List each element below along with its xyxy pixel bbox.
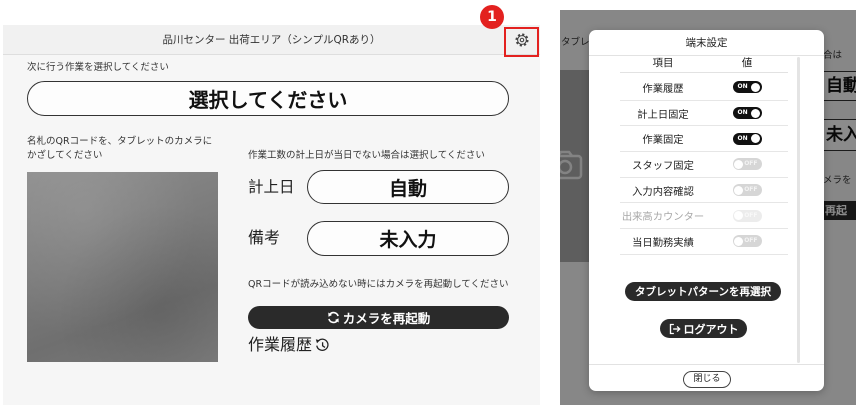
annotation-badge: 1 (480, 5, 504, 29)
restart-camera-label: カメラを再起動 (342, 311, 431, 326)
setting-value-cell: OFF (706, 209, 788, 222)
toggle-knob (734, 211, 743, 221)
modal-scrollbar[interactable] (797, 57, 800, 363)
setting-row-fixed-staff: スタッフ固定 OFF (620, 152, 788, 178)
annotation-highlight-box (504, 27, 539, 57)
setting-value-cell: ON (706, 81, 788, 94)
history-icon (315, 338, 329, 351)
work-history-label: 作業履歴 (248, 335, 313, 354)
setting-row-work-history: 作業履歴 ON (620, 75, 788, 101)
setting-label: 当日勤務実績 (632, 236, 694, 249)
settings-table: 項目 値 作業履歴 ON 計上日固定 ON 作業固定 ON スタッフ固定 OFF… (620, 53, 788, 255)
toggle-switch[interactable]: OFF (732, 158, 762, 171)
remarks-input-button[interactable]: 未入力 (307, 221, 509, 256)
setting-row-fixed-task: 作業固定 ON (620, 126, 788, 153)
logout-label: ログアウト (683, 322, 739, 336)
task-select-button[interactable]: 選択してください (27, 81, 509, 116)
toggle-knob (751, 82, 760, 92)
toggle-state: OFF (744, 211, 758, 219)
setting-label: 出来高カウンター (621, 211, 705, 224)
setting-label: 入力内容確認 (632, 185, 694, 198)
toggle-state: OFF (744, 237, 758, 245)
toggle-switch[interactable]: OFF (732, 235, 762, 248)
setting-label: 計上日固定 (637, 108, 689, 121)
camera-hint: QRコードが読み込めない時にはカメラを再起動してください (248, 279, 509, 290)
settings-screen: タブレ 合は 自動 未入 メラを 再起 端末設定 項目 値 作業履歴 ON 計上… (560, 10, 856, 405)
toggle-knob (734, 185, 743, 195)
camera-preview (27, 172, 218, 362)
setting-label: スタッフ固定 (632, 159, 694, 172)
toggle-switch: OFF (732, 209, 762, 222)
logout-icon (669, 323, 681, 334)
remarks-label: 備考 (248, 228, 281, 247)
setting-row-daily-attendance: 当日勤務実績 OFF (620, 229, 788, 255)
toggle-state: OFF (744, 186, 758, 194)
logout-button[interactable]: ログアウト (660, 319, 747, 338)
setting-value-cell: ON (706, 132, 788, 145)
setting-row-fixed-date: 計上日固定 ON (620, 101, 788, 127)
setting-value-cell: ON (706, 107, 788, 120)
qr-instruction-line1: 名札のQRコードを、タブレットのカメラに (27, 136, 213, 147)
reselect-tablet-pattern-button[interactable]: タブレットパターンを再選択 (625, 282, 781, 301)
qr-instruction-line2: かざしてください (27, 150, 103, 161)
settings-modal: 端末設定 項目 値 作業履歴 ON 計上日固定 ON 作業固定 ON スタッフ固… (589, 30, 824, 391)
table-header: 項目 値 (620, 53, 788, 73)
toggle-state: ON (737, 83, 748, 91)
toggle-knob (734, 159, 743, 169)
toggle-knob (734, 236, 743, 246)
setting-value-cell: OFF (706, 184, 788, 197)
date-select-button[interactable]: 自動 (307, 170, 509, 204)
toggle-switch[interactable]: OFF (732, 184, 762, 197)
modal-footer: 閉じる (589, 364, 824, 391)
page-title: 品川センター 出荷エリア（シンプルQRあり） (162, 34, 381, 46)
toggle-knob (751, 108, 760, 118)
close-button[interactable]: 閉じる (683, 371, 731, 388)
main-screen: 品川センター 出荷エリア（シンプルQRあり） 次に行う作業を選択してください 選… (3, 25, 540, 405)
column-header-value: 値 (741, 57, 753, 69)
toggle-state: OFF (744, 160, 758, 168)
task-prompt: 次に行う作業を選択してください (27, 62, 169, 73)
setting-label: 作業固定 (642, 134, 684, 147)
setting-label: 作業履歴 (642, 82, 684, 95)
date-instruction: 作業工数の計上日が当日でない場合は選択してください (248, 150, 485, 161)
work-history-link[interactable]: 作業履歴 (248, 335, 330, 355)
column-header-item: 項目 (652, 57, 674, 69)
toggle-knob (751, 134, 760, 144)
modal-title: 端末設定 (685, 37, 728, 49)
refresh-icon (327, 311, 339, 324)
toggle-switch[interactable]: ON (732, 132, 762, 145)
setting-value-cell: OFF (706, 235, 788, 248)
toggle-switch[interactable]: ON (732, 107, 762, 120)
setting-value-cell: OFF (706, 158, 788, 171)
toggle-state: ON (737, 134, 748, 142)
toggle-state: ON (737, 109, 748, 117)
setting-row-input-confirm: 入力内容確認 OFF (620, 178, 788, 204)
date-label: 計上日 (248, 178, 295, 196)
app-header: 品川センター 出荷エリア（シンプルQRあり） (3, 25, 540, 55)
setting-row-output-counter: 出来高カウンター OFF (620, 203, 788, 230)
restart-camera-button[interactable]: カメラを再起動 (248, 306, 509, 329)
toggle-switch[interactable]: ON (732, 81, 762, 94)
